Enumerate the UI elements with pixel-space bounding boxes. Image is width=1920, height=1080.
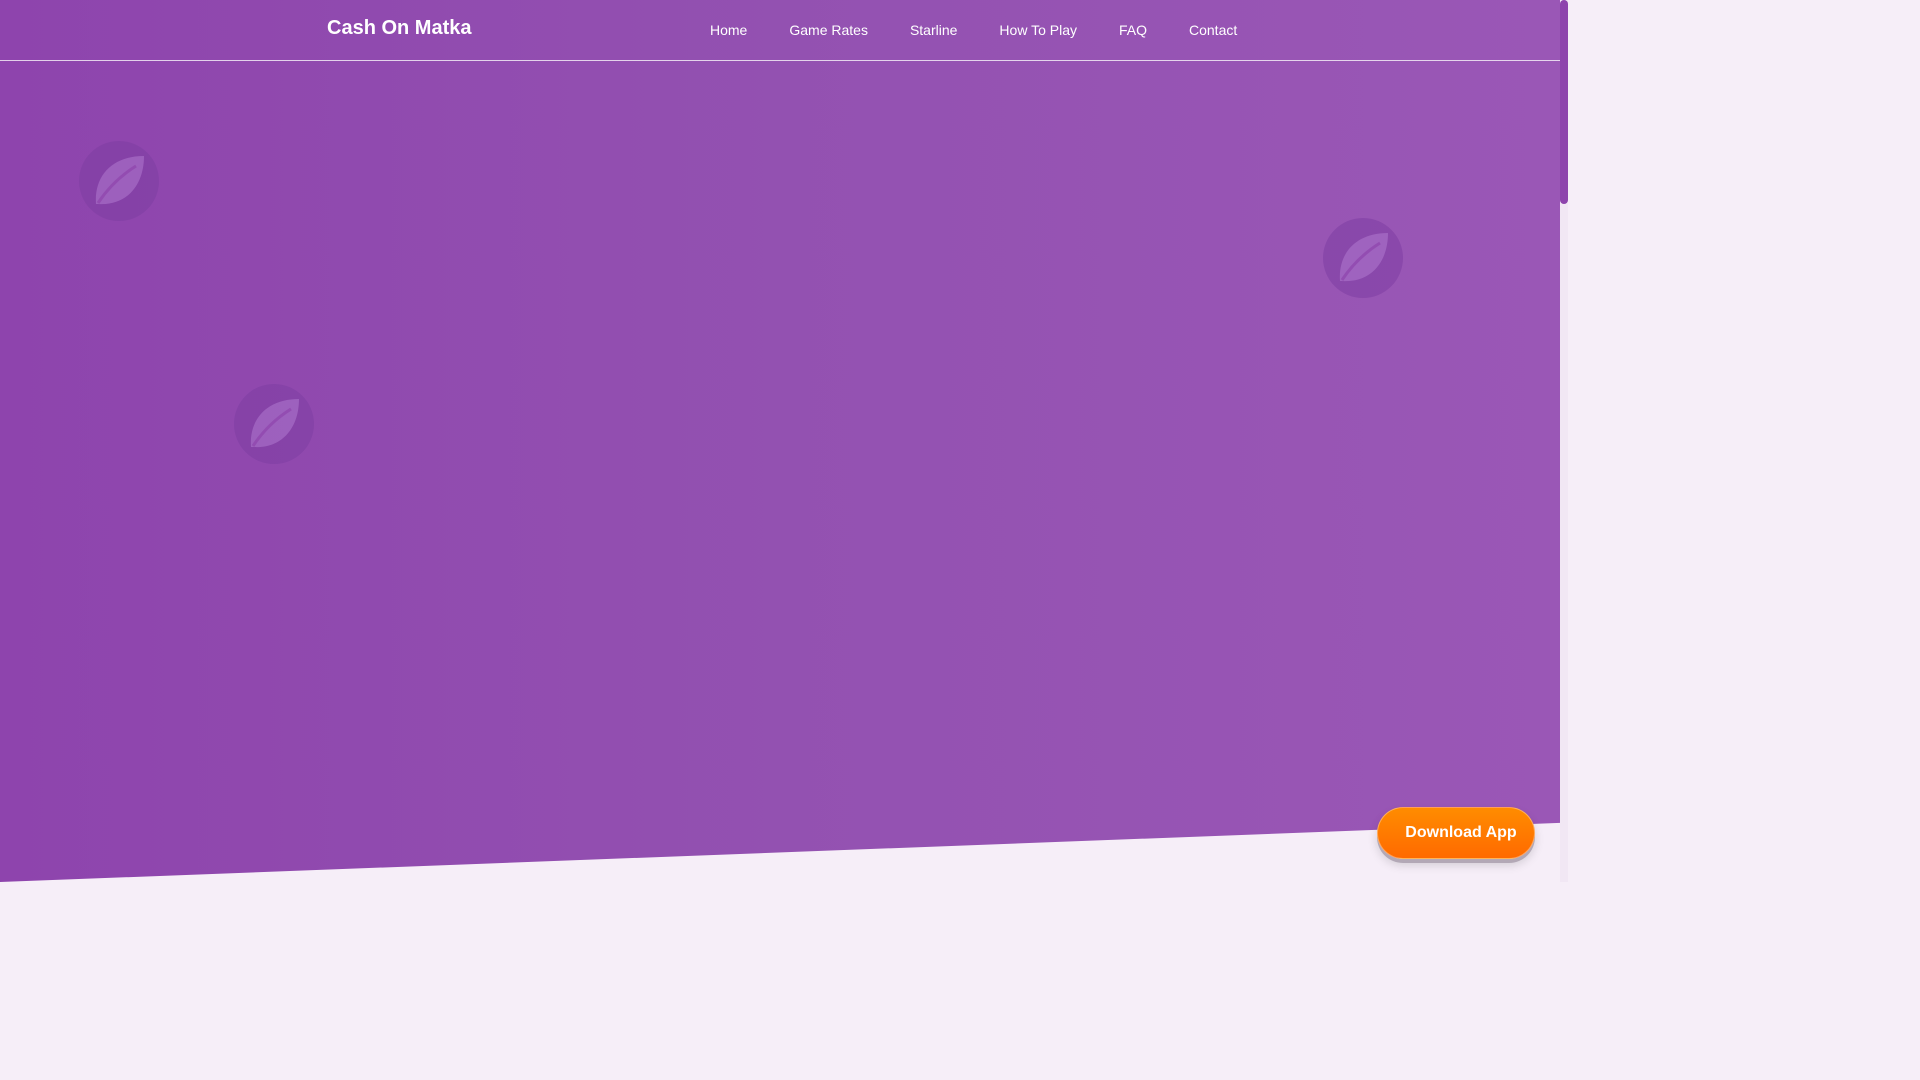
leaf-icon: [1322, 217, 1404, 299]
nav-menu: Home Game Rates Starline How To Play FAQ…: [689, 0, 1258, 60]
nav-link-how-to-play[interactable]: How To Play: [978, 22, 1098, 38]
scrollbar-thumb[interactable]: [1560, 0, 1568, 204]
nav-link-contact[interactable]: Contact: [1168, 22, 1258, 38]
page: Cash On Matka Home Game Rates Starline H…: [0, 0, 1568, 882]
nav-link-starline[interactable]: Starline: [889, 22, 978, 38]
brand-logo-text[interactable]: Cash On Matka: [327, 17, 471, 40]
nav-link-game-rates[interactable]: Game Rates: [768, 22, 889, 38]
leaf-icon: [78, 140, 160, 222]
navbar: Cash On Matka Home Game Rates Starline H…: [0, 0, 1560, 61]
nav-link-home[interactable]: Home: [689, 22, 768, 38]
download-app-button[interactable]: Download App: [1377, 807, 1535, 859]
vertical-scrollbar[interactable]: [1560, 0, 1568, 882]
leaf-icon: [233, 383, 315, 465]
nav-link-faq[interactable]: FAQ: [1098, 22, 1168, 38]
